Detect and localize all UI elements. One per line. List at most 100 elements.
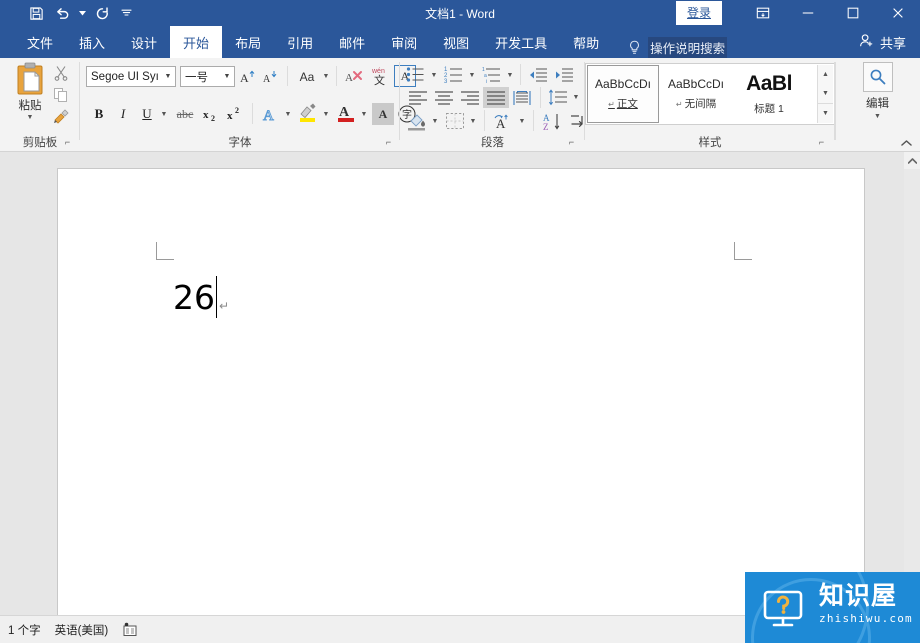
superscript-icon[interactable]: x2 <box>224 103 246 125</box>
borders-icon[interactable] <box>443 110 467 132</box>
font-name-dropdown-icon[interactable]: ▼ <box>161 67 175 86</box>
shading-icon[interactable] <box>405 110 429 132</box>
shading-dropdown-icon[interactable]: ▼ <box>429 110 441 132</box>
styles-scroll-up-icon[interactable]: ▲ <box>818 65 833 84</box>
clipboard-dialog-launcher[interactable]: ⌐ <box>62 137 73 148</box>
shrink-font-icon[interactable]: A <box>260 66 282 87</box>
bold-icon[interactable]: B <box>88 103 110 125</box>
paste-dropdown-icon[interactable]: ▼ <box>27 114 34 121</box>
group-divider <box>835 62 836 140</box>
line-spacing-dropdown-icon[interactable]: ▼ <box>570 87 582 108</box>
tab-references[interactable]: 引用 <box>274 26 326 58</box>
tell-me-search[interactable]: 操作说明搜索 <box>626 37 728 58</box>
text-highlight-dropdown-icon[interactable]: ▼ <box>320 103 332 125</box>
minimize-icon[interactable] <box>785 0 830 26</box>
cut-icon[interactable] <box>50 63 72 83</box>
style-item-no-spacing[interactable]: AaBbCcDı ↵ 无间隔 <box>660 65 732 123</box>
group-label-styles: 样式 <box>698 137 722 149</box>
save-icon[interactable] <box>24 2 48 24</box>
copy-icon[interactable] <box>50 85 72 105</box>
styles-dialog-launcher[interactable]: ⌐ <box>816 137 827 148</box>
editing-dropdown-icon[interactable]: ▼ <box>874 113 881 120</box>
ribbon-display-options-icon[interactable] <box>740 0 785 26</box>
strikethrough-icon[interactable]: abc <box>172 103 198 125</box>
font-size-combo[interactable]: 一号 ▼ <box>180 66 235 87</box>
multilevel-list-dropdown-icon[interactable]: ▼ <box>504 64 516 86</box>
document-page[interactable]: 26 ↵ <box>57 168 865 615</box>
asian-layout-icon[interactable]: A <box>490 110 516 132</box>
change-case-icon[interactable]: Aa <box>294 66 320 87</box>
numbering-icon[interactable]: 123 <box>442 64 466 86</box>
tab-mailings[interactable]: 邮件 <box>326 26 378 58</box>
tab-review[interactable]: 审阅 <box>378 26 430 58</box>
sign-in-button[interactable]: 登录 <box>675 1 722 25</box>
borders-dropdown-icon[interactable]: ▼ <box>467 110 479 132</box>
underline-icon[interactable]: U <box>136 103 158 125</box>
font-color-icon[interactable]: A <box>334 101 358 125</box>
document-text-value: 26 <box>173 278 215 317</box>
tab-file[interactable]: 文件 <box>14 26 66 58</box>
increase-indent-icon[interactable] <box>552 64 576 86</box>
undo-dropdown-icon[interactable] <box>76 2 88 24</box>
format-painter-icon[interactable] <box>50 107 72 127</box>
justify-icon[interactable] <box>483 87 509 108</box>
line-spacing-icon[interactable] <box>546 87 570 108</box>
tab-help[interactable]: 帮助 <box>560 26 612 58</box>
asian-layout-dropdown-icon[interactable]: ▼ <box>516 110 528 132</box>
align-right-icon[interactable] <box>457 87 483 108</box>
text-effects-dropdown-icon[interactable]: ▼ <box>282 103 294 125</box>
tab-insert[interactable]: 插入 <box>66 26 118 58</box>
sort-icon[interactable]: AZ <box>539 110 565 132</box>
style-item-heading1[interactable]: AaBl 标题 1 <box>733 65 805 123</box>
bullets-icon[interactable] <box>404 64 428 86</box>
collapse-ribbon-icon[interactable] <box>898 136 914 150</box>
change-case-dropdown-icon[interactable]: ▼ <box>320 66 332 87</box>
font-color-dropdown-icon[interactable]: ▼ <box>358 103 370 125</box>
language-indicator[interactable]: 英语(美国) <box>55 622 109 638</box>
document-text-line[interactable]: 26 ↵ <box>173 272 229 318</box>
clear-formatting-icon[interactable]: A <box>342 66 366 87</box>
grow-font-icon[interactable]: A <box>238 66 260 87</box>
tab-home[interactable]: 开始 <box>170 26 223 58</box>
subscript-icon[interactable]: x2 <box>200 103 222 125</box>
underline-dropdown-icon[interactable]: ▼ <box>158 103 170 125</box>
paste-button[interactable]: 粘贴 ▼ <box>8 62 52 128</box>
tab-design[interactable]: 设计 <box>118 26 170 58</box>
phonetic-guide-icon[interactable]: wén 文 <box>368 64 392 88</box>
scroll-up-icon[interactable] <box>904 152 920 169</box>
align-left-icon[interactable] <box>405 87 431 108</box>
customize-qat-icon[interactable] <box>116 2 136 24</box>
character-shading-icon[interactable]: A <box>372 103 394 125</box>
align-center-icon[interactable] <box>431 87 457 108</box>
font-name-combo[interactable]: Segoe UI Syı ▼ <box>86 66 176 87</box>
multilevel-list-icon[interactable]: 1ai <box>480 64 504 86</box>
font-divider-1 <box>287 66 288 86</box>
font-size-dropdown-icon[interactable]: ▼ <box>220 67 234 86</box>
styles-scrollbar[interactable]: ▲ ▼ ▼ <box>817 65 833 123</box>
text-highlight-icon[interactable] <box>296 101 320 125</box>
bullets-dropdown-icon[interactable]: ▼ <box>428 64 440 86</box>
style-item-normal[interactable]: AaBbCcDı ↵ 正文 <box>587 65 659 123</box>
styles-scroll-down-icon[interactable]: ▼ <box>818 84 833 103</box>
numbering-dropdown-icon[interactable]: ▼ <box>466 64 478 86</box>
tab-developer[interactable]: 开发工具 <box>482 26 560 58</box>
decrease-indent-icon[interactable] <box>526 64 550 86</box>
distribute-icon[interactable] <box>509 87 535 108</box>
text-effects-icon[interactable]: A <box>258 103 282 125</box>
proofing-errors-icon[interactable] <box>122 622 138 637</box>
word-count[interactable]: 1 个字 <box>8 622 41 638</box>
font-dialog-launcher[interactable]: ⌐ <box>383 137 394 148</box>
tell-me-placeholder: 操作说明搜索 <box>648 37 728 58</box>
redo-icon[interactable] <box>90 2 114 24</box>
italic-icon[interactable]: I <box>112 103 134 125</box>
tab-view[interactable]: 视图 <box>430 26 482 58</box>
close-icon[interactable] <box>875 0 920 26</box>
undo-icon[interactable] <box>50 2 74 24</box>
maximize-icon[interactable] <box>830 0 875 26</box>
vertical-scrollbar[interactable] <box>904 152 920 615</box>
tab-layout[interactable]: 布局 <box>222 26 274 58</box>
paragraph-dialog-launcher[interactable]: ⌐ <box>566 137 577 148</box>
styles-more-icon[interactable]: ▼ <box>818 103 833 123</box>
editing-button[interactable]: 编辑 ▼ <box>859 62 897 120</box>
share-button[interactable]: 共享 <box>859 26 906 58</box>
